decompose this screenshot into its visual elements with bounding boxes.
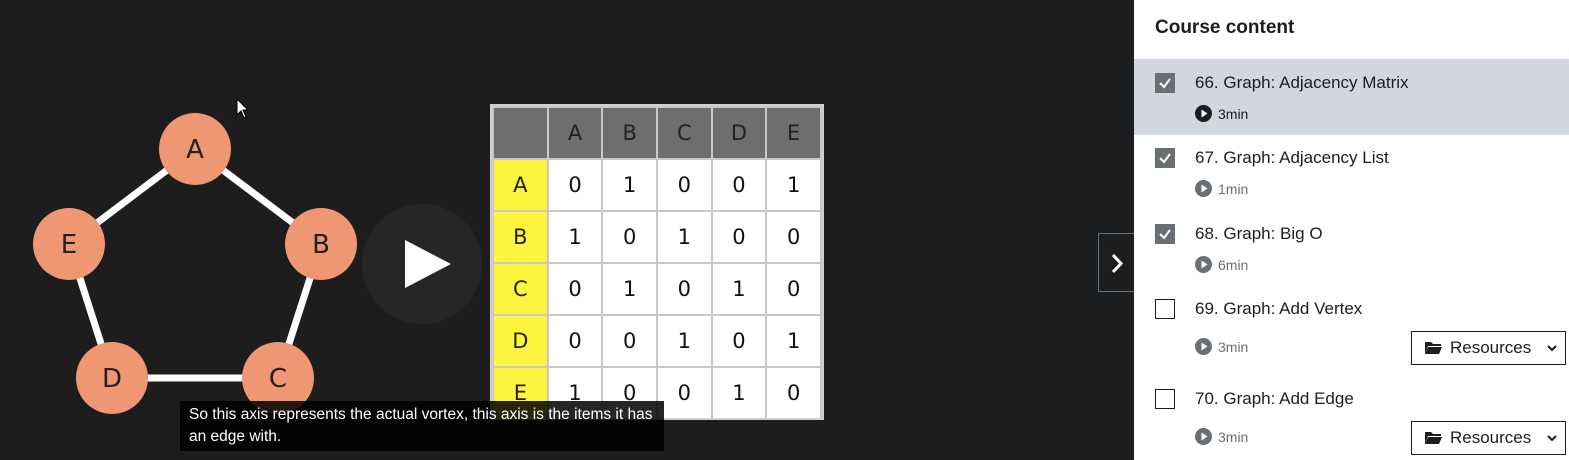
graph-node-label: A [186, 135, 204, 165]
matrix-cell: 0 [710, 158, 768, 212]
course-content-sidebar: Course content 66. Graph: Adjacency Matr… [1134, 0, 1569, 460]
folder-icon [1425, 342, 1442, 354]
matrix-cell: 1 [765, 158, 822, 212]
mouse-cursor-icon [236, 98, 250, 119]
matrix-cell: 0 [655, 158, 713, 212]
matrix-cell: 0 [710, 314, 768, 368]
matrix-column-header: A [546, 106, 604, 160]
lecture-item[interactable]: 68. Graph: Big O 6min [1134, 211, 1569, 286]
matrix-cell: 1 [710, 262, 768, 316]
matrix-row-header: D [492, 314, 549, 368]
lecture-checkbox[interactable] [1155, 73, 1175, 93]
matrix-column-header: E [765, 106, 822, 160]
lecture-meta: 3min [1195, 428, 1248, 445]
lecture-title: 67. Graph: Adjacency List [1195, 148, 1389, 167]
matrix-cell: 0 [655, 366, 713, 418]
matrix-cell: 0 [655, 262, 713, 316]
matrix-row: B10100 [492, 210, 822, 264]
play-circle-icon [1195, 180, 1212, 197]
video-player[interactable]: ABCDE ABCDEA01001B10100C01010D00101E1001… [0, 0, 1134, 460]
sidebar-title: Course content [1155, 17, 1295, 38]
lecture-duration: 1min [1218, 180, 1249, 197]
matrix-cell: 1 [601, 262, 658, 316]
lecture-meta: 6min [1195, 256, 1248, 273]
resources-button[interactable]: Resources [1411, 421, 1566, 455]
matrix-cell: 1 [601, 158, 658, 212]
adjacency-matrix: ABCDEA01001B10100C01010D00101E10010 [490, 104, 824, 420]
matrix-cell: 1 [546, 210, 604, 264]
matrix-cell: 0 [546, 262, 604, 316]
matrix-row: A01001 [492, 158, 822, 212]
graph-node-label: C [269, 364, 287, 394]
matrix-column-header: B [601, 106, 658, 160]
play-circle-icon [1195, 105, 1212, 122]
matrix-row-header: A [492, 158, 549, 212]
graph-node-label: D [102, 364, 122, 394]
lecture-item[interactable]: 67. Graph: Adjacency List 1min [1134, 135, 1569, 211]
matrix-row: C01010 [492, 262, 822, 316]
matrix-cell: 1 [765, 314, 822, 368]
lecture-title: 68. Graph: Big O [1195, 224, 1323, 243]
chevron-right-icon [1111, 253, 1124, 274]
expand-sidebar-button[interactable] [1098, 233, 1134, 292]
play-icon [405, 240, 451, 288]
lecture-duration: 3min [1218, 105, 1249, 122]
graph-node-label: E [61, 230, 77, 260]
lecture-meta: 1min [1195, 180, 1248, 197]
graph-node: B [285, 208, 357, 280]
sidebar-header: Course content [1134, 0, 1569, 60]
matrix-cell: 0 [765, 366, 822, 418]
chevron-down-icon [1546, 338, 1558, 358]
lecture-meta: 3min [1195, 105, 1248, 122]
play-circle-icon [1195, 256, 1212, 273]
graph-node: E [33, 208, 105, 280]
matrix-cell: 0 [546, 158, 604, 212]
lecture-duration: 6min [1218, 256, 1249, 273]
folder-icon [1425, 432, 1442, 444]
resources-button[interactable]: Resources [1411, 331, 1566, 365]
matrix-row-header: B [492, 210, 549, 264]
lecture-title: 70. Graph: Add Edge [1195, 389, 1354, 408]
lecture-checkbox[interactable] [1155, 224, 1175, 244]
checkmark-icon [1159, 78, 1171, 89]
matrix-cell: 0 [546, 314, 604, 368]
matrix-cell: 0 [601, 314, 658, 368]
matrix-row: D00101 [492, 314, 822, 368]
graph-node-label: B [312, 230, 330, 260]
matrix-cell: 1 [655, 314, 713, 368]
video-caption: So this axis represents the actual vorte… [180, 401, 664, 451]
lecture-duration: 3min [1218, 428, 1249, 445]
lecture-checkbox[interactable] [1155, 389, 1175, 409]
play-button[interactable] [362, 204, 482, 324]
matrix-cell: 0 [765, 262, 822, 316]
matrix-cell: 0 [601, 210, 658, 264]
lecture-item[interactable]: 70. Graph: Add Edge 3min Resources [1134, 376, 1569, 460]
matrix-cell: 1 [710, 366, 768, 418]
resources-label: Resources [1450, 338, 1532, 357]
graph-node: D [76, 342, 148, 414]
lecture-checkbox[interactable] [1155, 148, 1175, 168]
checkmark-icon [1159, 229, 1171, 240]
play-circle-icon [1195, 338, 1212, 355]
play-circle-icon [1195, 428, 1212, 445]
resources-label: Resources [1450, 428, 1532, 447]
matrix-column-header: D [710, 106, 768, 160]
lecture-item[interactable]: 66. Graph: Adjacency Matrix 3min [1134, 60, 1569, 135]
matrix-cell: 0 [765, 210, 822, 264]
checkmark-icon [1159, 153, 1171, 164]
matrix-corner-cell [492, 106, 549, 160]
lecture-item[interactable]: 69. Graph: Add Vertex 3min Resources [1134, 286, 1569, 376]
matrix-column-header: C [655, 106, 713, 160]
lecture-duration: 3min [1218, 338, 1249, 355]
lecture-checkbox[interactable] [1155, 299, 1175, 319]
matrix-cell: 0 [710, 210, 768, 264]
chevron-down-icon [1546, 428, 1558, 448]
matrix-row-header: C [492, 262, 549, 316]
lecture-meta: 3min [1195, 338, 1248, 355]
graph-node: A [159, 113, 231, 185]
lecture-title: 66. Graph: Adjacency Matrix [1195, 73, 1409, 92]
matrix-cell: 1 [655, 210, 713, 264]
lecture-title: 69. Graph: Add Vertex [1195, 299, 1363, 318]
